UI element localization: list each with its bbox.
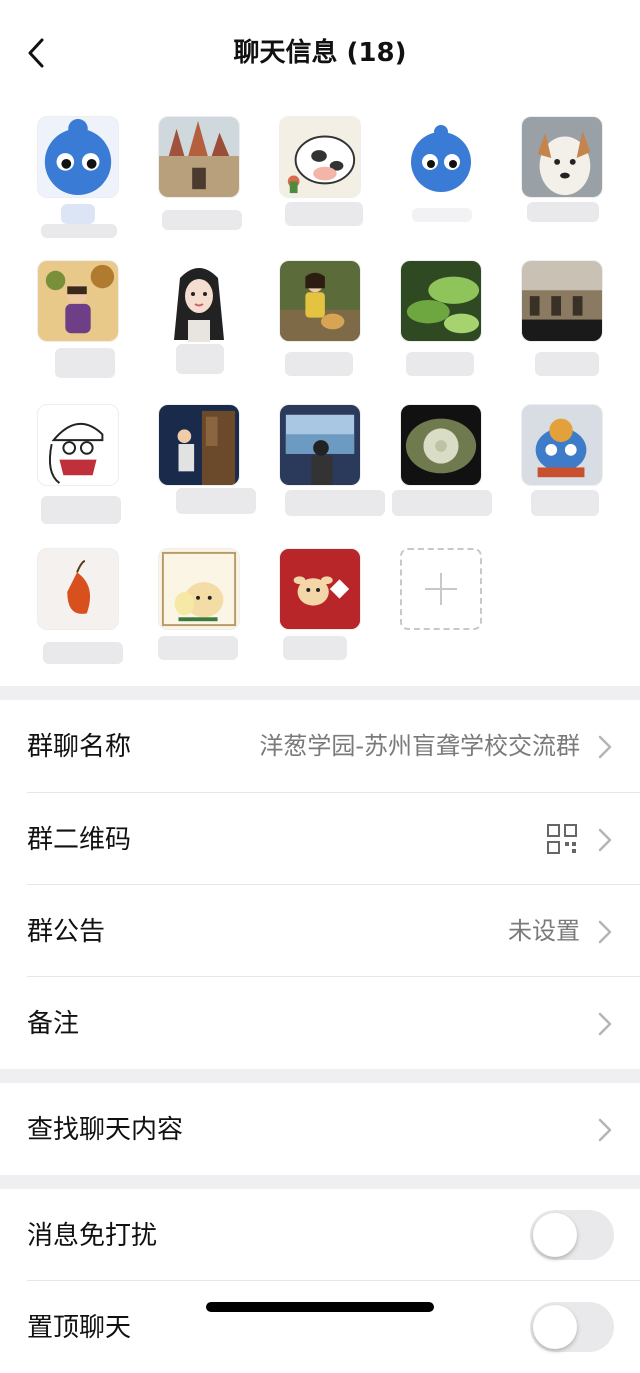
member-avatar[interactable]	[279, 548, 363, 670]
members-panel: 聊天信息 (18)	[0, 0, 640, 686]
avatar-image	[521, 116, 603, 198]
row-label: 消息免打扰	[27, 1221, 158, 1251]
announcement-value: 未设置	[508, 917, 580, 945]
pin-chat-row: 置顶聊天	[0, 1281, 640, 1373]
member-avatar[interactable]	[158, 548, 242, 670]
chevron-right-icon	[598, 1012, 612, 1036]
qr-code-icon	[547, 824, 577, 854]
name-blur	[531, 490, 599, 516]
page-title: 聊天信息 (18)	[233, 38, 407, 68]
member-avatar[interactable]	[400, 260, 484, 382]
member-avatar[interactable]	[279, 404, 385, 526]
avatar-image	[279, 404, 361, 486]
member-avatar[interactable]	[521, 260, 605, 382]
group-name-row[interactable]: 群聊名称 洋葱学园-苏州盲聋学校交流群	[0, 700, 640, 792]
pin-toggle[interactable]	[530, 1302, 614, 1352]
member-avatar[interactable]	[37, 260, 121, 382]
chevron-right-icon	[598, 1118, 612, 1142]
member-avatar[interactable]	[37, 548, 123, 670]
avatar-image	[400, 404, 482, 486]
avatar-image	[279, 116, 361, 198]
name-blur	[406, 352, 474, 376]
member-avatar[interactable]	[37, 116, 121, 238]
member-avatar[interactable]	[37, 404, 121, 526]
chevron-right-icon	[598, 735, 612, 759]
group-name-value: 洋葱学园-苏州盲聋学校交流群	[259, 732, 580, 760]
toggle-knob	[533, 1213, 577, 1257]
row-label: 群聊名称	[27, 732, 132, 762]
row-label: 备注	[27, 1009, 80, 1039]
name-blur	[41, 224, 117, 238]
row-label: 查找聊天内容	[27, 1115, 184, 1145]
name-blur	[527, 202, 599, 222]
home-indicator	[206, 1302, 434, 1312]
add-member-box[interactable]	[400, 548, 482, 630]
mute-row: 消息免打扰	[0, 1189, 640, 1281]
group-qr-row[interactable]: 群二维码	[0, 793, 640, 885]
section-gap	[0, 1069, 640, 1083]
avatar-image	[279, 548, 361, 630]
name-blur	[412, 208, 472, 222]
member-avatar[interactable]	[279, 116, 363, 238]
avatar-image	[158, 404, 240, 486]
avatar-image	[279, 260, 361, 342]
member-avatar[interactable]	[279, 260, 363, 382]
avatar-image	[37, 404, 119, 486]
avatar-image	[37, 260, 119, 342]
avatar-image	[521, 260, 603, 342]
search-chat-row[interactable]: 查找聊天内容	[0, 1083, 640, 1175]
member-avatar[interactable]	[392, 404, 492, 526]
avatar-image	[37, 548, 119, 630]
name-blur	[176, 344, 224, 374]
name-blur	[158, 636, 238, 660]
avatar-image	[400, 260, 482, 342]
name-blur	[285, 490, 385, 516]
row-label: 群二维码	[27, 825, 132, 855]
name-blur	[285, 202, 363, 226]
row-label: 群公告	[27, 917, 106, 947]
remark-row[interactable]: 备注	[0, 977, 640, 1069]
member-avatar[interactable]	[400, 116, 484, 238]
mute-toggle[interactable]	[530, 1210, 614, 1260]
name-blur	[61, 204, 95, 224]
avatar-image	[158, 548, 240, 630]
name-blur	[392, 490, 492, 516]
chevron-right-icon	[598, 828, 612, 852]
toggle-knob	[533, 1305, 577, 1349]
name-blur	[55, 348, 115, 378]
name-blur	[162, 210, 242, 230]
name-blur	[535, 352, 599, 376]
member-avatar[interactable]	[158, 260, 242, 382]
name-blur	[283, 636, 347, 660]
member-avatar[interactable]	[158, 116, 242, 238]
avatar-image	[400, 116, 482, 198]
group-announcement-row[interactable]: 群公告 未设置	[0, 885, 640, 977]
avatar-image	[158, 260, 240, 342]
avatar-image	[158, 116, 240, 198]
plus-icon	[425, 573, 457, 605]
chevron-right-icon	[598, 920, 612, 944]
name-blur	[43, 642, 123, 664]
navigation-bar: 聊天信息 (18)	[0, 0, 640, 104]
member-avatar[interactable]	[521, 404, 605, 526]
avatar-image	[521, 404, 603, 486]
name-blur	[41, 496, 121, 524]
member-avatar[interactable]	[521, 116, 605, 238]
section-gap	[0, 1175, 640, 1189]
add-member-button[interactable]	[400, 548, 484, 670]
section-gap	[0, 686, 640, 700]
avatar-image	[37, 116, 119, 198]
member-avatar[interactable]	[158, 404, 256, 526]
name-blur	[176, 488, 256, 514]
name-blur	[285, 352, 353, 376]
